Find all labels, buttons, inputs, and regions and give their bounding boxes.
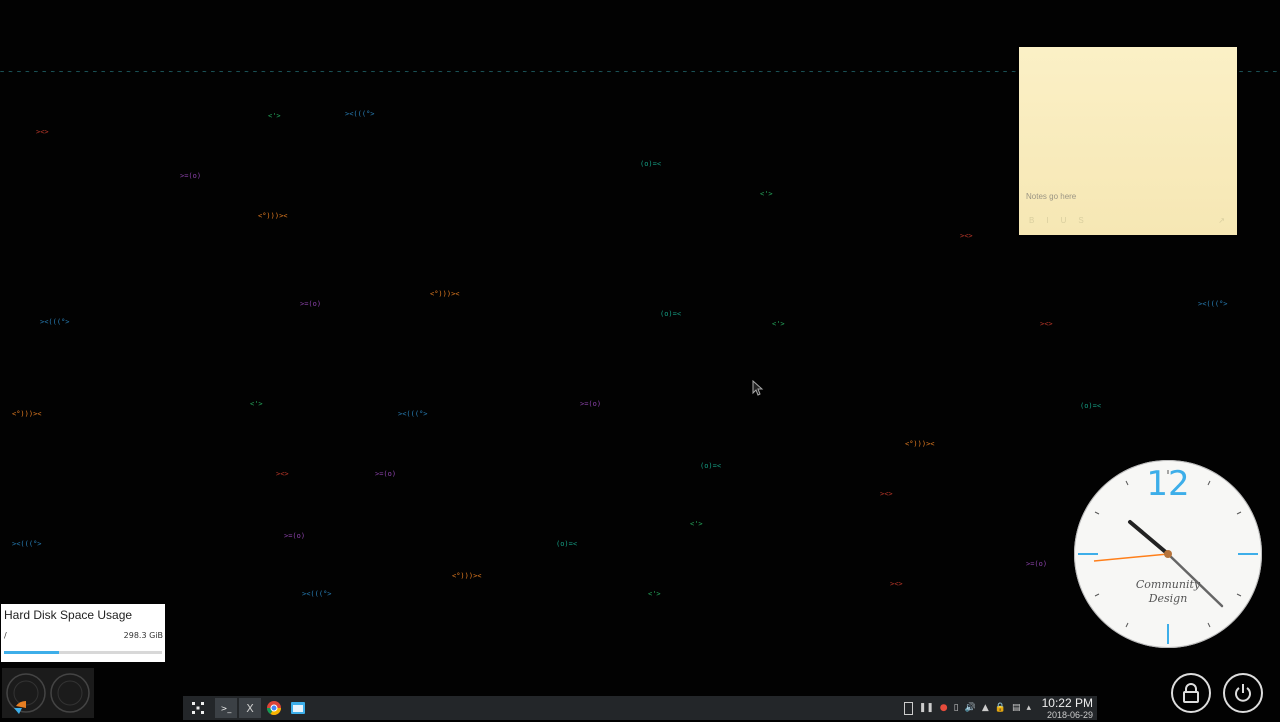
clock-time: 10:22 PM	[1041, 696, 1093, 710]
lock-screen-button[interactable]	[1171, 673, 1211, 713]
ascii-fish: (o)=<	[640, 160, 662, 168]
ascii-fish: <'>	[690, 520, 703, 528]
clipboard-icon[interactable]: ▤	[1012, 703, 1021, 713]
ascii-fish: <'>	[250, 400, 263, 408]
ascii-fish: ><>	[1040, 320, 1053, 328]
underline-button[interactable]: U	[1061, 216, 1067, 225]
xterm-task-icon[interactable]: X	[239, 698, 261, 718]
system-monitor-widget[interactable]	[2, 668, 94, 718]
ascii-fish: ><(((°>	[12, 540, 42, 548]
ascii-fish: ><(((°>	[1198, 300, 1228, 308]
clock-date: 2018-06-29	[1046, 710, 1093, 720]
ascii-fish: ><(((°>	[40, 318, 70, 326]
ascii-fish: <°)))><	[452, 572, 482, 580]
system-tray: ❚❚ ● ▯ 🔊 ▲ 🔒 ▤ ▴	[903, 696, 1031, 720]
resize-icon[interactable]: ↗	[1218, 216, 1225, 225]
disk-usage-widget[interactable]: Hard Disk Space Usage / 298.3 GiB	[1, 604, 165, 662]
clock-twelve: 12	[1146, 464, 1190, 504]
disk-usage-fill	[4, 651, 60, 654]
ascii-fish: ><>	[880, 490, 893, 498]
application-launcher-icon[interactable]	[187, 698, 209, 718]
volume-icon[interactable]: 🔊	[965, 703, 976, 713]
chrome-task-icon[interactable]	[263, 698, 285, 718]
bold-button[interactable]: B	[1029, 216, 1034, 225]
expand-tray-icon[interactable]: ▴	[1026, 703, 1031, 713]
ascii-fish: ><(((°>	[345, 110, 375, 118]
ascii-fish: >=(o)	[580, 400, 602, 408]
terminal-task-icon[interactable]: >_	[215, 698, 237, 718]
clock-center	[1164, 550, 1172, 558]
ascii-fish: (o)=<	[556, 540, 578, 548]
dolphin-task-icon[interactable]	[287, 698, 309, 718]
phone-icon[interactable]	[903, 701, 913, 715]
analog-clock-widget[interactable]: 12 Community Design	[1074, 460, 1262, 648]
italic-button[interactable]: I	[1046, 216, 1048, 225]
ascii-fish: ><>	[36, 128, 49, 136]
ascii-fish: ><(((°>	[398, 410, 428, 418]
ascii-fish: <°)))><	[258, 212, 288, 220]
sticky-note-widget[interactable]: Notes go here B I U S ↗	[1019, 47, 1237, 235]
ascii-fish: ><>	[276, 470, 289, 478]
network-icon[interactable]: ▲	[982, 703, 989, 713]
mouse-cursor-icon	[752, 380, 764, 396]
ascii-fish: <'>	[760, 190, 773, 198]
ascii-fish: <'>	[648, 590, 661, 598]
digital-clock[interactable]: 10:22 PM 2018-06-29	[1041, 696, 1093, 721]
ascii-fish: <°)))><	[905, 440, 935, 448]
ascii-fish: >=(o)	[284, 532, 306, 540]
ascii-fish: ><>	[960, 232, 973, 240]
disk-usage-bar	[4, 651, 162, 654]
ascii-fish: <'>	[772, 320, 785, 328]
ascii-fish: ><>	[890, 580, 903, 588]
ascii-fish: (o)=<	[700, 462, 722, 470]
clock-brand-line2: Design	[1148, 592, 1188, 605]
record-icon[interactable]: ●	[940, 703, 948, 713]
ascii-fish: <'>	[268, 112, 281, 120]
ascii-fish: <°)))><	[430, 290, 460, 298]
note-placeholder[interactable]: Notes go here	[1026, 192, 1076, 201]
clock-brand-line1: Community	[1135, 578, 1201, 591]
ascii-fish: (o)=<	[1080, 402, 1102, 410]
strikethrough-button[interactable]: S	[1078, 216, 1083, 225]
power-button[interactable]	[1223, 673, 1263, 713]
disk-usage-title: Hard Disk Space Usage	[4, 608, 133, 622]
terminal-glyph: >_	[220, 703, 232, 713]
hour-hand	[1128, 520, 1170, 556]
disk-size: 298.3 GiB	[123, 631, 163, 640]
ascii-fish: (o)=<	[660, 310, 682, 318]
clock-brand: Community Design	[1074, 578, 1262, 606]
ascii-fish: >=(o)	[1026, 560, 1048, 568]
xterm-glyph: X	[246, 701, 254, 715]
ascii-fish: <°)))><	[12, 410, 42, 418]
ascii-fish: ><(((°>	[302, 590, 332, 598]
ascii-fish: >=(o)	[375, 470, 397, 478]
monitor-gauges	[6, 673, 90, 714]
lock-icon	[1183, 683, 1199, 703]
disk-mount-point: /	[4, 631, 7, 640]
pause-icon[interactable]: ❚❚	[919, 703, 934, 713]
power-icon	[1235, 684, 1251, 702]
lock-icon[interactable]: 🔒	[995, 703, 1006, 713]
ascii-fish: >=(o)	[300, 300, 322, 308]
battery-icon[interactable]: ▯	[954, 703, 959, 713]
second-hand	[1093, 553, 1169, 562]
note-format-toolbar: B I U S	[1029, 216, 1084, 225]
taskbar: >_ X ❚❚ ● ▯ 🔊 ▲ 🔒 ▤ ▴ 10:22 PM 2018-06-2…	[183, 696, 1097, 720]
desktop-background: ~ ~ ~ ~ ~ ~ ~ ~ ~ ~ ~ ~ ~ ~ ~ ~ ~ ~ ~ ~ …	[0, 0, 1280, 720]
ascii-fish: >=(o)	[180, 172, 202, 180]
